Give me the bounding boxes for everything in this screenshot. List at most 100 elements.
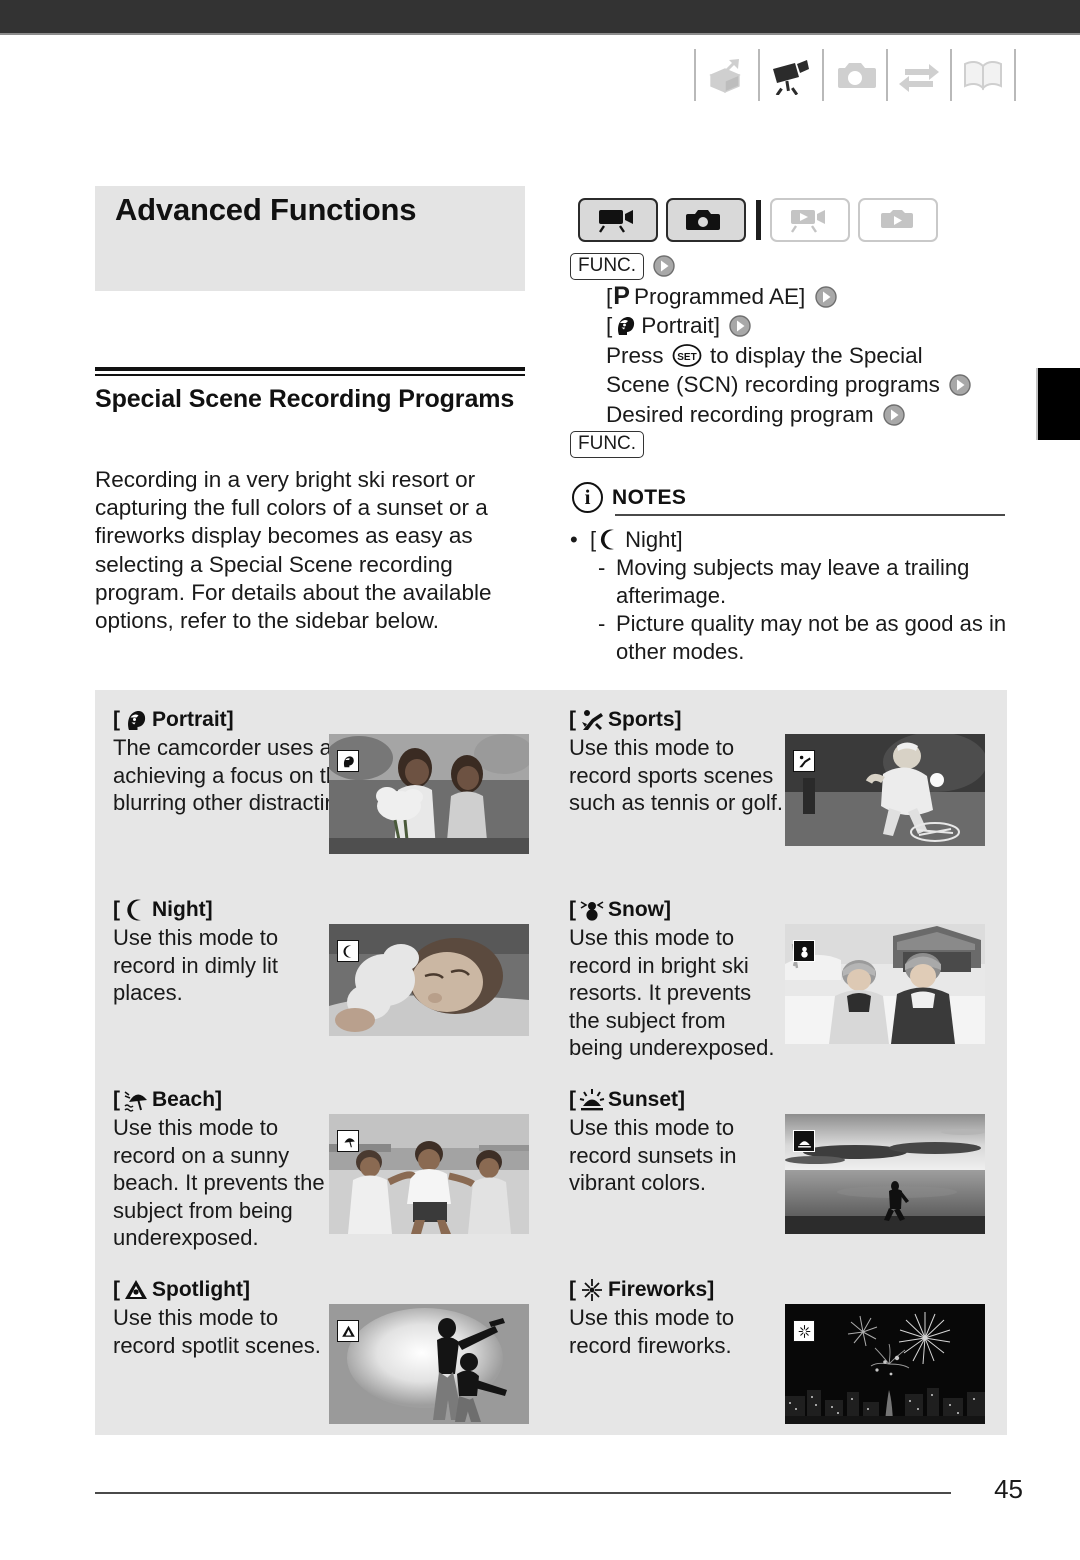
scene-entry-spotlight: [ Spotlight] Use this mode to record spo… [95, 1260, 551, 1450]
header-separator [758, 49, 760, 101]
beach-parasol-icon [123, 1088, 149, 1112]
desired-label: Desired recording program [606, 401, 874, 427]
func-button[interactable]: FUNC. [570, 253, 645, 280]
arrow-bullet-icon [814, 285, 838, 309]
transfer-arrows-icon [890, 49, 948, 101]
snow-badge-icon [793, 940, 815, 962]
sports-badge-icon [793, 750, 815, 772]
bracket-open: [ [113, 1278, 120, 1301]
arrow-bullet-icon [882, 403, 906, 427]
scene-body-snow: Use this mode to record in bright ski re… [569, 925, 775, 1060]
sunset-shoreline-walker-photo [785, 1114, 985, 1234]
arrow-bullet-icon [652, 254, 676, 278]
arrow-bullet-icon [728, 314, 752, 338]
press-label-2: to display the Special [710, 342, 923, 368]
procedure-portrait-line: [ Portrait] [570, 312, 1020, 341]
bracket-open: [ [113, 898, 120, 921]
scene-body-night: Use this mode to record in dimly lit pla… [113, 925, 279, 1005]
scene-title-beach: [ Beach] [113, 1088, 537, 1112]
portrait-children-flowers-photo [329, 734, 529, 854]
procedure-scene-line: Scene (SCN) recording programs [570, 371, 1020, 400]
spotlight-dancers-photo [329, 1304, 529, 1424]
info-icon: i [572, 482, 603, 513]
press-label: Press [606, 342, 664, 368]
func-button-end[interactable]: FUNC. [570, 431, 645, 458]
scene-body-beach: Use this mode to record on a sunny beach… [113, 1115, 325, 1250]
procedure-func-end-line: FUNC. [570, 430, 1020, 459]
night-moon-icon [597, 528, 622, 551]
portrait-head-icon [613, 314, 638, 337]
scene-title-portrait: [ Portrait] [113, 708, 537, 732]
note-item-title: Night] [625, 527, 683, 552]
scene-title-text: Portrait] [152, 708, 234, 731]
section-title: Special Scene Recording Programs [95, 385, 515, 413]
header-separator [822, 49, 824, 101]
scene-entry-beach: [ Beach] Use this mode to record on a su… [95, 1070, 551, 1260]
fireworks-badge-icon [793, 1320, 815, 1342]
header-icon-strip [692, 46, 1018, 104]
bracket-open: [ [606, 313, 613, 338]
procedure-func-start-line: FUNC. [570, 252, 1020, 281]
bracket-open: [ [569, 708, 576, 731]
note-subitem: - Picture quality may not be as good as … [570, 610, 1018, 666]
note-item-title-wrap: [ Night] [590, 526, 683, 554]
spotlight-cone-icon [123, 1278, 149, 1302]
mode-camcorder-record[interactable] [578, 198, 658, 242]
bracket-open: [ [590, 527, 597, 552]
spotlight-badge-icon [337, 1320, 359, 1342]
set-button-icon[interactable]: SET [672, 343, 702, 367]
scene-title-spotlight: [ Spotlight] [113, 1278, 537, 1302]
programmed-ae-p-glyph: P [613, 281, 630, 310]
scene-entry-fireworks: [ Fireworks] Use this mode to record fir… [551, 1260, 1007, 1450]
notes-label: NOTES [612, 485, 687, 509]
fireworks-city-skyline-photo [785, 1304, 985, 1424]
notes-body: • [ Night] - Moving subjects may leave a… [570, 526, 1018, 666]
sunset-badge-icon [793, 1130, 815, 1152]
mode-camcorder-playback[interactable] [770, 198, 850, 242]
night-moon-icon [123, 898, 149, 922]
scene-title-text: Fireworks] [608, 1278, 715, 1301]
chapter-edge-tab [1036, 368, 1080, 440]
open-book-icon [954, 49, 1012, 101]
snow-snowman-icon [579, 898, 605, 922]
footer-rule [95, 1492, 951, 1494]
scene-entry-snow: [ Snow] Use this mode to record in brigh… [551, 880, 1007, 1070]
night-sleeping-child-photo [329, 924, 529, 1036]
procedure-block: FUNC. [P Programmed AE] [Portrait] Pres… [570, 252, 1020, 460]
header-separator [1014, 49, 1016, 101]
procedure-press-set-line: Press SET to display the Special [570, 342, 1020, 371]
page-title: Advanced Functions [115, 192, 417, 227]
header-separator [694, 49, 696, 101]
fireworks-burst-icon [579, 1278, 605, 1302]
scene-title-snow: [ Snow] [569, 898, 993, 922]
intro-paragraph: Recording in a very bright ski resort or… [95, 467, 492, 634]
scene-title-text: Beach] [152, 1088, 223, 1111]
scene-entry-sports: [ Sports] Use this mode to record sports… [551, 690, 1007, 880]
mode-photo-record[interactable] [666, 198, 746, 242]
camcorder-icon [762, 49, 820, 101]
scene-body-sunset: Use this mode to record sunsets in vibra… [569, 1115, 737, 1195]
scene-body-sports: Use this mode to record sports scenes su… [569, 735, 784, 815]
portrait-badge-icon [337, 750, 359, 772]
scene-title-night: [ Night] [113, 898, 537, 922]
note-subitem: - Moving subjects may leave a trailing a… [570, 554, 1018, 610]
scene-entry-night: [ Night] Use this mode to record in diml… [95, 880, 551, 1070]
header-separator [886, 49, 888, 101]
sports-tennis-player-photo [785, 734, 985, 846]
sports-runner-icon [579, 708, 605, 732]
scene-title-text: Snow] [608, 898, 671, 921]
portrait-label: Portrait] [641, 313, 721, 338]
scene-title-sports: [ Sports] [569, 708, 993, 732]
arrow-bullet-icon [948, 373, 972, 397]
note-item-night: • [ Night] [570, 526, 1018, 554]
mode-photo-playback[interactable] [858, 198, 938, 242]
scene-body-fireworks: Use this mode to record fireworks. [569, 1305, 735, 1358]
bullet-dot: • [570, 527, 578, 552]
scene-title-fireworks: [ Fireworks] [569, 1278, 993, 1302]
section-divider [95, 367, 525, 376]
scene-entry-portrait: [ Portrait] The camcorder uses a large a… [95, 690, 551, 880]
top-dark-bar [0, 0, 1080, 35]
note-subitem-text: Moving subjects may leave a trailing aft… [616, 555, 970, 608]
bracket-open: [ [113, 708, 120, 731]
page-number: 45 [994, 1474, 1023, 1504]
